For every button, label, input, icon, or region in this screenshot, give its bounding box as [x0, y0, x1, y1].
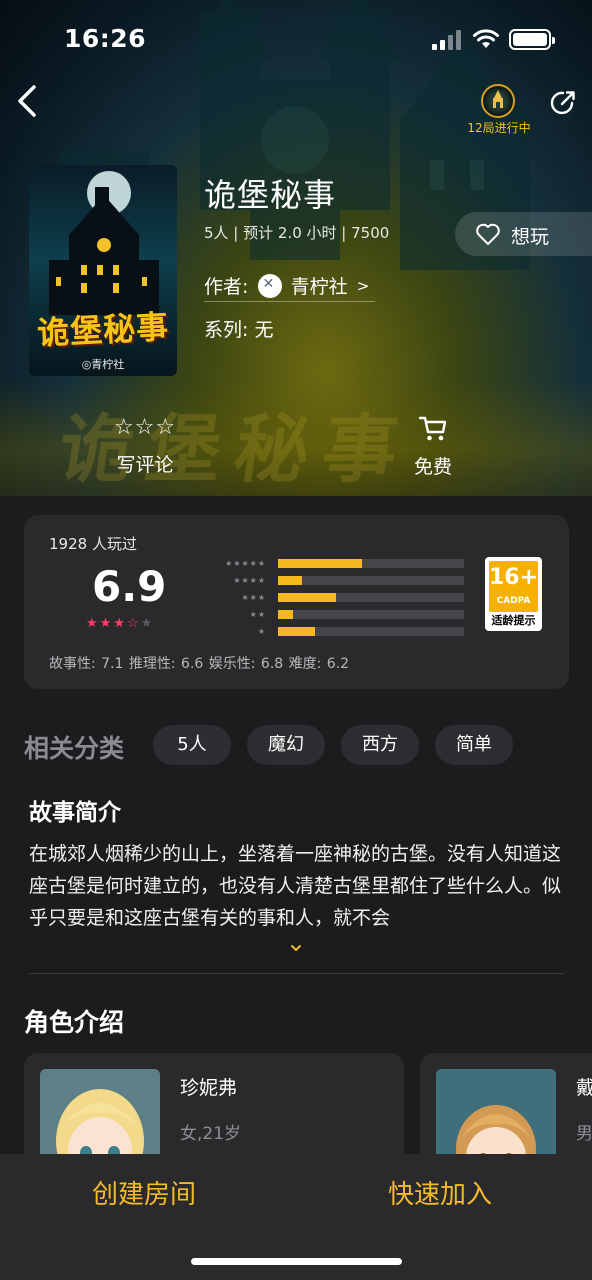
- distribution-row: ★: [212, 624, 464, 639]
- free-button[interactable]: 免费: [402, 414, 464, 479]
- author-link[interactable]: 作者: 青柠社 >: [204, 272, 376, 302]
- star-icon: ★: [140, 616, 155, 631]
- character-info: 男: [576, 1124, 592, 1144]
- synopsis-title: 故事简介: [29, 800, 121, 826]
- chevron-right-icon: >: [356, 276, 370, 295]
- review-stars-icon: ☆☆☆: [113, 415, 177, 440]
- star-icon: ★: [99, 616, 114, 631]
- want-to-play-button[interactable]: 想玩: [455, 212, 592, 256]
- star-icon: ★: [113, 616, 127, 631]
- status-bar: 16:26: [0, 22, 592, 58]
- character-name: 珍妮弗: [180, 1077, 238, 1099]
- star-icon: ★: [86, 616, 100, 631]
- cover-publisher: ◎青柠社: [81, 358, 125, 371]
- tags-title: 相关分类: [24, 734, 125, 763]
- age-rating-badge[interactable]: 16+ CADPA 适龄提示: [485, 557, 542, 631]
- played-count: 1928 人玩过: [49, 535, 137, 553]
- tag-chip[interactable]: 简单: [435, 725, 513, 765]
- rating-card: 1928 人玩过 6.9 ★★★☆★ ★★★★★ ★★★★ ★★★ ★★ ★ 1…: [24, 515, 569, 689]
- heart-icon: [476, 223, 500, 245]
- distribution-bar: [278, 559, 362, 568]
- distribution-bar: [278, 576, 303, 585]
- games-in-progress-label[interactable]: 12局进行中: [462, 119, 536, 136]
- wifi-icon: [473, 29, 499, 48]
- distribution-bar: [278, 593, 336, 602]
- games-in-progress-icon[interactable]: [481, 84, 515, 118]
- tag-chip[interactable]: 5人: [153, 725, 231, 765]
- star-icon: ★★: [249, 610, 266, 619]
- want-to-play-label: 想玩: [511, 226, 550, 248]
- distribution-row: ★★: [212, 607, 464, 622]
- character-name: 戴: [576, 1077, 592, 1099]
- share-icon[interactable]: [548, 88, 578, 118]
- cellular-signal-icon: [432, 30, 464, 50]
- author-name: 青柠社: [290, 276, 348, 298]
- rating-distribution: ★★★★★ ★★★★ ★★★ ★★ ★: [212, 556, 464, 641]
- distribution-bar: [278, 610, 293, 619]
- distribution-bar: [278, 627, 316, 636]
- distribution-row: ★★★: [212, 590, 464, 605]
- series-label: 系列: 无: [204, 319, 274, 341]
- free-label: 免费: [413, 456, 452, 478]
- star-icon: ★★★★★: [225, 559, 266, 568]
- age-rating: 16+: [489, 565, 539, 590]
- characters-title: 角色介绍: [24, 1008, 125, 1037]
- game-meta: 5人 | 预计 2.0 小时 | 7500: [204, 224, 390, 242]
- star-icon: ★: [257, 627, 266, 636]
- game-title: 诡堡秘事: [204, 176, 337, 214]
- home-indicator[interactable]: [191, 1258, 402, 1265]
- distribution-row: ★★★★: [212, 573, 464, 588]
- character-info: 女,21岁: [180, 1124, 242, 1144]
- tag-chip[interactable]: 西方: [341, 725, 419, 765]
- quick-join-button[interactable]: 快速加入: [388, 1174, 492, 1211]
- age-rating-org: CADPA: [496, 596, 531, 606]
- battery-icon: [509, 29, 555, 50]
- castle-badge-icon: [493, 90, 503, 108]
- rating-stars: ★★★☆★: [86, 616, 154, 631]
- cart-icon: [418, 416, 447, 441]
- write-review-button[interactable]: ☆☆☆ 写评论: [104, 414, 186, 477]
- distribution-row: ★★★★★: [212, 556, 464, 571]
- rating-dimensions: 故事性: 7.1 推理性: 6.6 娱乐性: 6.8 难度: 6.2: [49, 656, 350, 672]
- star-icon: ★★★★: [233, 576, 266, 585]
- divider: [29, 973, 564, 974]
- half-star-icon: ☆: [126, 616, 141, 631]
- status-time: 16:26: [64, 24, 147, 53]
- author-label: 作者:: [204, 276, 249, 298]
- cover-title: 诡堡秘事: [36, 307, 171, 353]
- star-icon: ★★★: [241, 593, 266, 602]
- back-icon[interactable]: [14, 84, 44, 118]
- chevron-down-icon[interactable]: [289, 942, 303, 954]
- game-cover[interactable]: 诡堡秘事 ◎青柠社: [29, 165, 177, 376]
- author-avatar: [257, 273, 282, 298]
- synopsis-body: 在城郊人烟稀少的山上，坐落着一座神秘的古堡。没有人知道这座古堡是何时建立的，也没…: [29, 843, 562, 929]
- age-rating-tip: 适龄提示: [491, 614, 536, 627]
- create-room-button[interactable]: 创建房间: [92, 1174, 196, 1211]
- write-review-label: 写评论: [116, 454, 174, 476]
- rating-score: 6.9: [92, 562, 167, 611]
- tag-chip[interactable]: 魔幻: [247, 725, 325, 765]
